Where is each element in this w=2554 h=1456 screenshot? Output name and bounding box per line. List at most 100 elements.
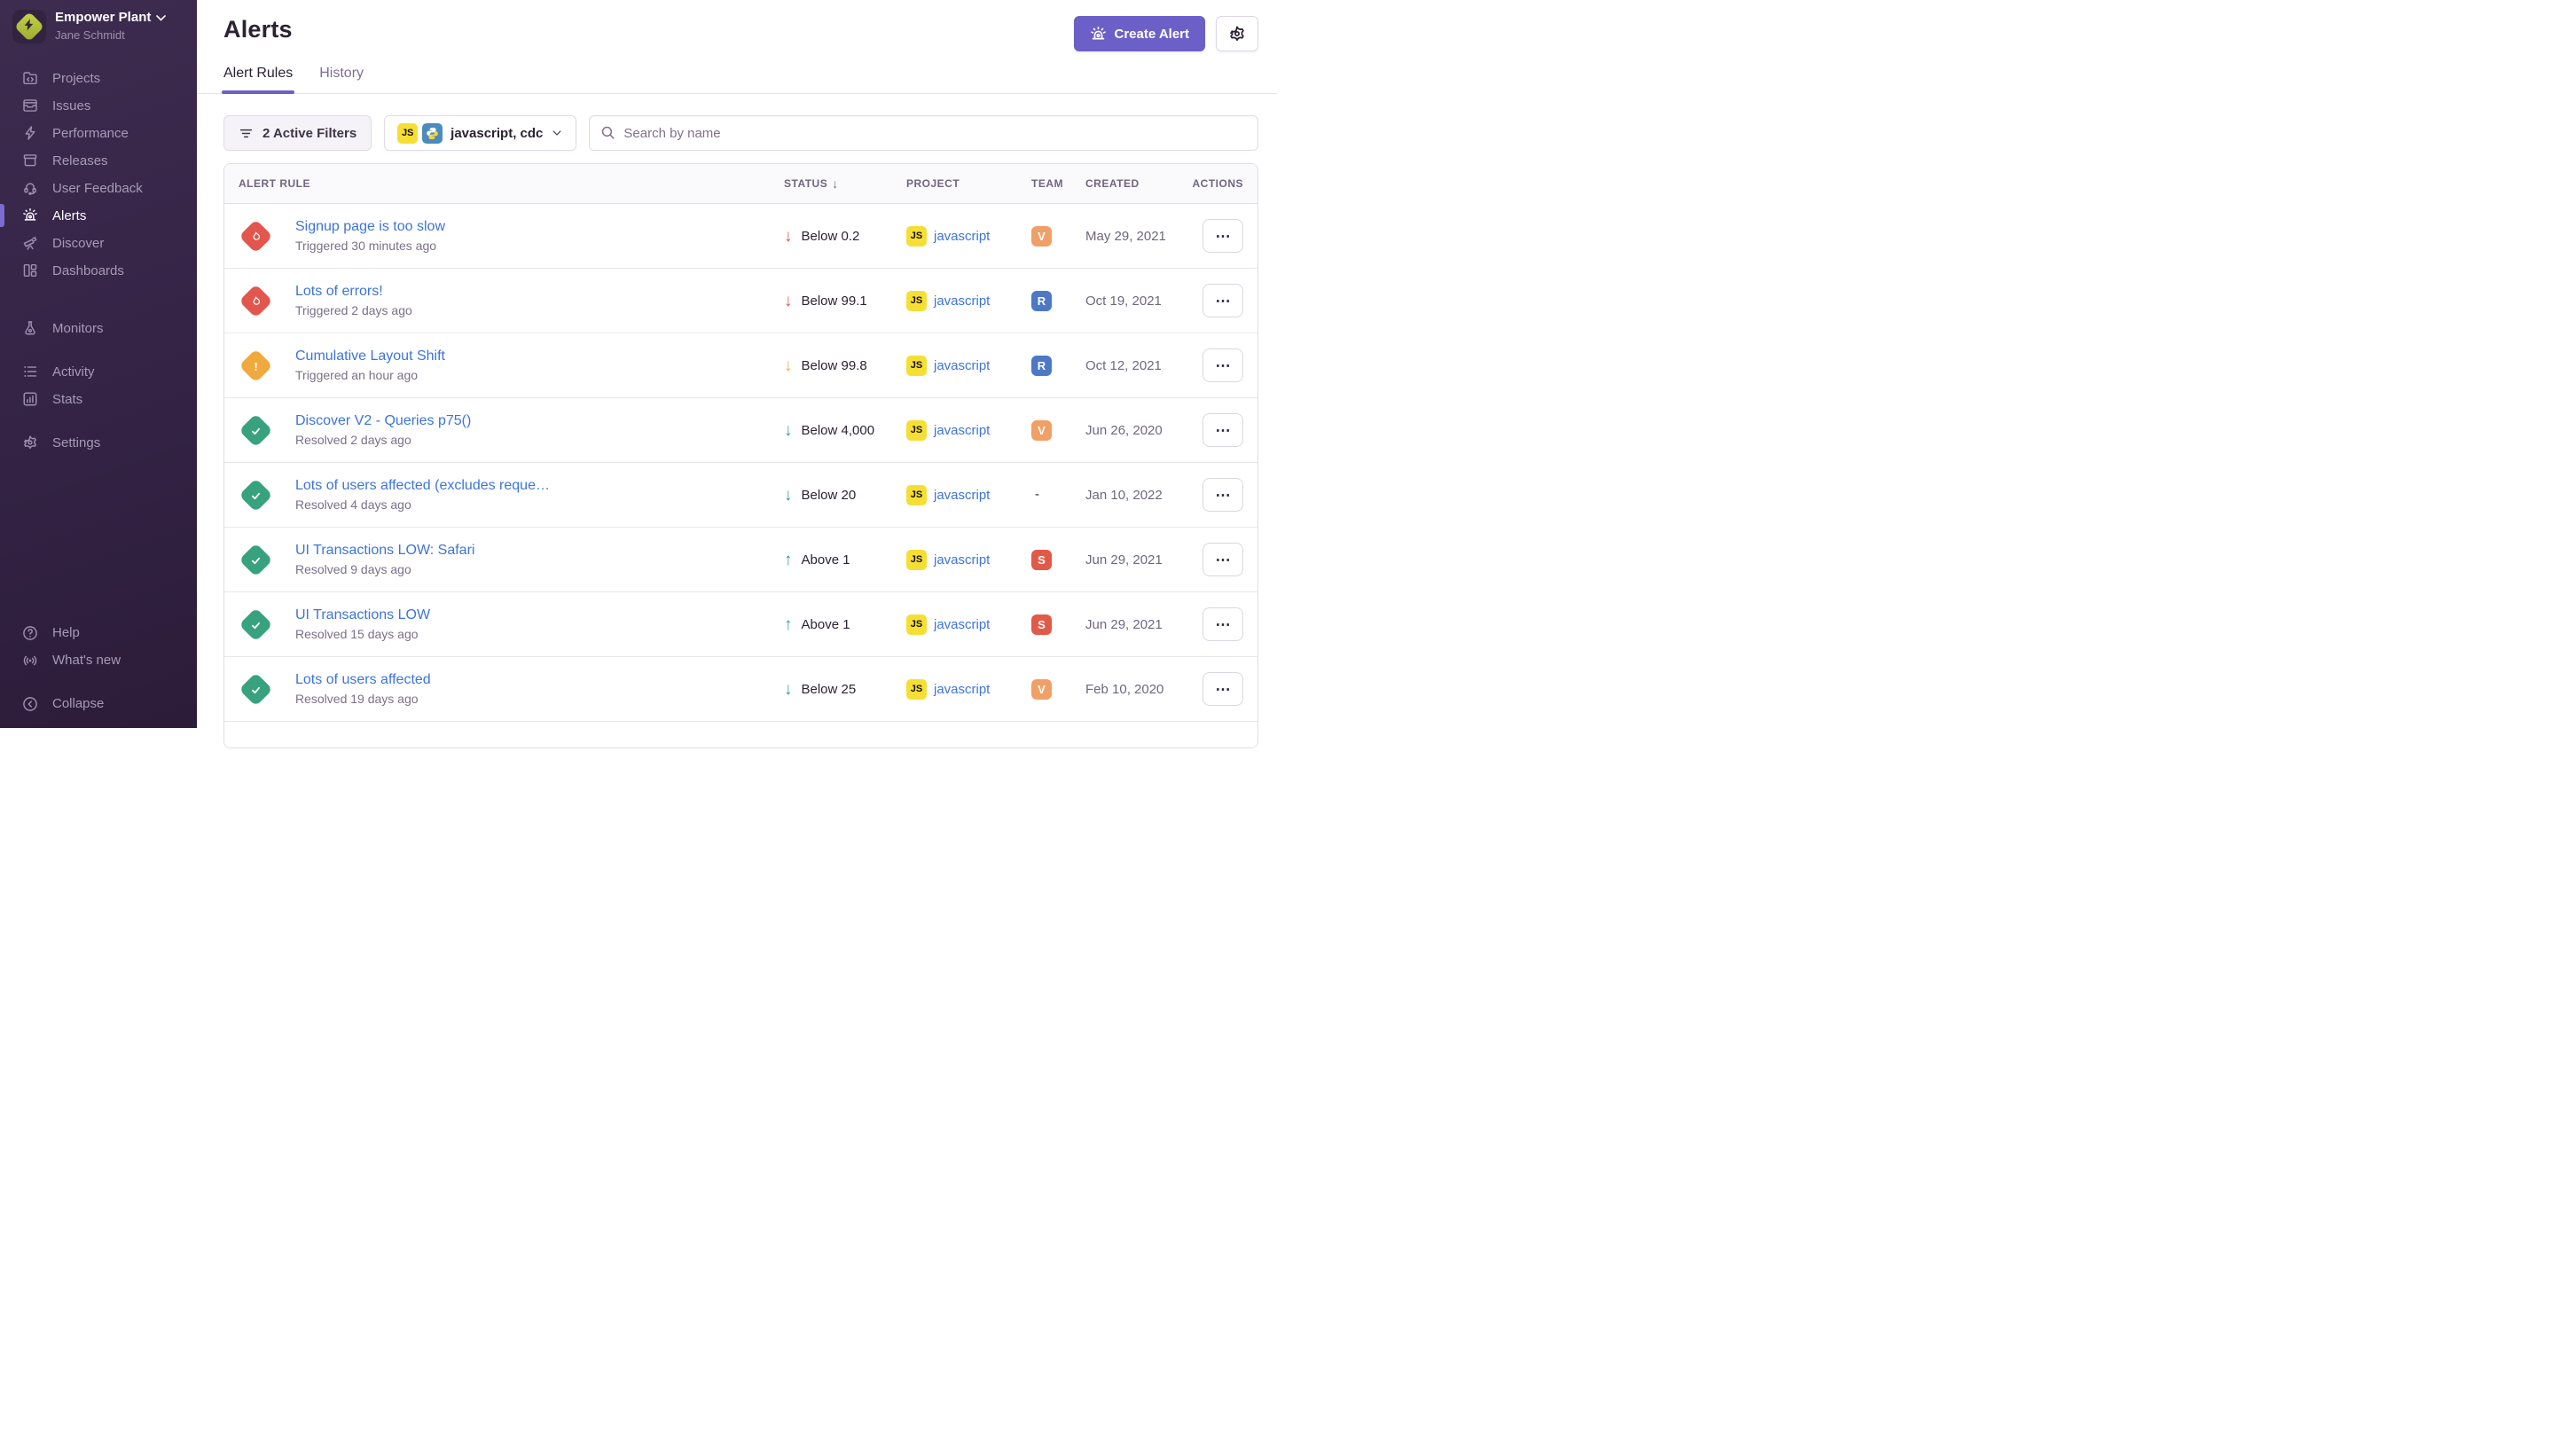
row-actions-button[interactable]: ⋯ — [1203, 607, 1243, 641]
table-row: Lots of errors! Triggered 2 days ago ↓ B… — [224, 269, 1257, 333]
project-link[interactable]: javascript — [934, 358, 990, 373]
collapse-icon — [22, 696, 38, 712]
column-header-alert-rule[interactable]: Alert Rule — [239, 177, 784, 190]
sidebar-item-alerts[interactable]: Alerts — [0, 202, 197, 230]
row-actions-button[interactable]: ⋯ — [1203, 413, 1243, 447]
project-link[interactable]: javascript — [934, 423, 990, 438]
tab-alert-rules[interactable]: Alert Rules — [223, 66, 293, 93]
sidebar-item-projects[interactable]: Projects — [0, 65, 197, 92]
sidebar-item-user-feedback[interactable]: User Feedback — [0, 175, 197, 202]
org-switcher[interactable]: Empower Plant Jane Schmidt — [0, 0, 197, 54]
alerts-icon — [22, 207, 38, 223]
alert-rule-detail: Triggered 2 days ago — [295, 303, 773, 317]
project-link[interactable]: javascript — [934, 294, 990, 309]
collapse-icon — [22, 696, 38, 712]
projects-icon — [22, 70, 38, 86]
user-feedback-icon — [22, 180, 38, 196]
alert-rule-link[interactable]: Lots of errors! — [295, 284, 773, 300]
team-cell: S — [1031, 614, 1085, 635]
alerts-icon — [22, 207, 38, 223]
table-row: ! Cumulative Layout Shift Triggered an h… — [224, 333, 1257, 398]
alert-severity-cell — [239, 677, 295, 701]
alert-severity-cell — [239, 613, 295, 637]
help-icon — [22, 625, 38, 641]
project-link[interactable]: javascript — [934, 552, 990, 568]
sidebar-item-performance[interactable]: Performance — [0, 120, 197, 147]
sidebar-item-stats[interactable]: Stats — [0, 386, 197, 413]
javascript-platform-icon: JS — [906, 485, 927, 505]
alert-rule-link[interactable]: Discover V2 - Queries p75() — [295, 413, 773, 429]
tab-bar: Alert Rules History — [197, 66, 1277, 94]
project-link[interactable]: javascript — [934, 229, 990, 244]
alert-rule-link[interactable]: Cumulative Layout Shift — [295, 348, 773, 364]
project-cell: JS javascript — [906, 679, 1031, 700]
activity-icon — [22, 364, 38, 380]
status-arrow-icon: ↓ — [784, 681, 793, 698]
row-actions-button[interactable]: ⋯ — [1203, 478, 1243, 512]
alert-rule-detail: Resolved 15 days ago — [295, 627, 773, 641]
team-badge: S — [1031, 614, 1052, 635]
alert-rule-detail: Resolved 2 days ago — [295, 433, 773, 447]
sidebar-collapse-button[interactable]: Collapse — [0, 690, 197, 717]
project-link[interactable]: javascript — [934, 488, 990, 503]
row-actions-button[interactable]: ⋯ — [1203, 219, 1243, 253]
row-actions-button[interactable]: ⋯ — [1203, 672, 1243, 706]
sidebar-item-settings[interactable]: Settings — [0, 429, 197, 457]
alert-rule-detail: Resolved 4 days ago — [295, 497, 773, 512]
discover-icon — [22, 235, 38, 251]
siren-icon — [1090, 26, 1107, 43]
bolt-icon — [24, 19, 35, 35]
flame-icon — [249, 294, 263, 308]
column-header-created[interactable]: Created — [1085, 177, 1183, 190]
alerts-icon — [1090, 26, 1107, 43]
filter-icon — [239, 126, 254, 141]
project-link[interactable]: javascript — [934, 617, 990, 632]
column-header-status[interactable]: Status ↓ — [784, 176, 906, 191]
active-filters-button[interactable]: 2 Active Filters — [223, 115, 372, 151]
alerts-settings-button[interactable] — [1216, 16, 1258, 51]
table-header: Alert Rule Status ↓ Project Team Created… — [224, 164, 1257, 204]
sidebar-item-issues[interactable]: Issues — [0, 92, 197, 120]
row-actions-button[interactable]: ⋯ — [1203, 284, 1243, 317]
create-alert-button[interactable]: Create Alert — [1074, 16, 1205, 51]
row-actions-button[interactable]: ⋯ — [1203, 348, 1243, 382]
monitors-icon — [22, 320, 38, 336]
project-selector[interactable]: JS javascript, cdc — [384, 115, 576, 151]
tab-history[interactable]: History — [319, 66, 364, 93]
status-arrow-icon: ↑ — [784, 552, 793, 568]
status-arrow-icon: ↓ — [784, 228, 793, 245]
status-cell: ↓ Below 20 — [784, 487, 906, 504]
project-cell: JS javascript — [906, 550, 1031, 570]
sidebar-item-monitors[interactable]: Monitors — [0, 315, 197, 342]
project-cell: JS javascript — [906, 356, 1031, 376]
created-date: May 29, 2021 — [1085, 229, 1183, 244]
alert-rule-link[interactable]: UI Transactions LOW: Safari — [295, 543, 773, 559]
sidebar-item-what-s-new[interactable]: What's new — [0, 646, 197, 674]
sidebar-item-releases[interactable]: Releases — [0, 147, 197, 175]
alert-rule-link[interactable]: Lots of users affected — [295, 672, 773, 688]
table-row: Lots of users affected Resolved 19 days … — [224, 657, 1257, 722]
sidebar-item-discover[interactable]: Discover — [0, 230, 197, 257]
column-header-project[interactable]: Project — [906, 177, 1031, 190]
column-header-team[interactable]: Team — [1031, 177, 1085, 190]
sidebar-item-help[interactable]: Help — [0, 619, 197, 646]
sidebar-item-dashboards[interactable]: Dashboards — [0, 257, 197, 285]
project-link[interactable]: javascript — [934, 682, 990, 697]
alert-rule-link[interactable]: Lots of users affected (excludes reque… — [295, 478, 773, 494]
search-input[interactable] — [589, 115, 1258, 151]
sidebar-item-activity[interactable]: Activity — [0, 358, 197, 386]
row-actions-button[interactable]: ⋯ — [1203, 543, 1243, 576]
check-icon — [249, 488, 263, 502]
alert-rule-link[interactable]: Signup page is too slow — [295, 219, 773, 235]
whats-new-icon — [22, 653, 38, 669]
project-cell: JS javascript — [906, 226, 1031, 247]
team-badge: R — [1031, 291, 1052, 311]
status-value: Below 0.2 — [802, 229, 860, 244]
page-title: Alerts — [223, 16, 293, 43]
alert-rule-link[interactable]: UI Transactions LOW — [295, 607, 773, 623]
table-row: UI Transactions LOW: Safari Resolved 9 d… — [224, 528, 1257, 592]
status-value: Below 99.1 — [802, 294, 867, 309]
alert-rules-table: Alert Rule Status ↓ Project Team Created… — [223, 163, 1258, 748]
status-arrow-icon: ↓ — [784, 487, 793, 504]
status-value: Above 1 — [802, 552, 850, 568]
